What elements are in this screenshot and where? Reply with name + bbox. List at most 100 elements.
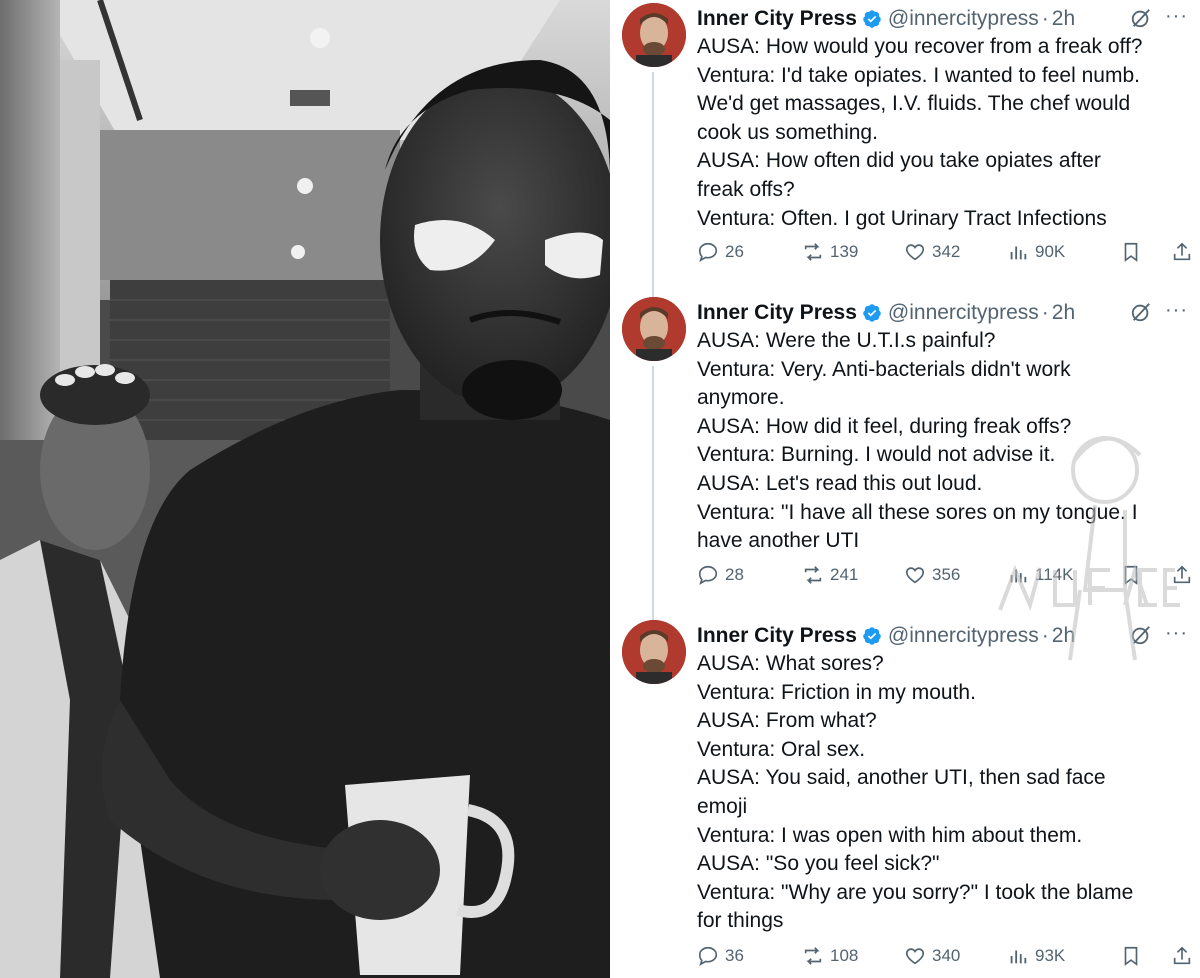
author-name[interactable]: Inner City Press: [697, 7, 857, 31]
text-line: Ventura: I'd take opiates. I wanted to f…: [697, 63, 1140, 87]
share-button[interactable]: [1171, 561, 1193, 589]
tweet-text: AUSA: How would you recover from a freak…: [697, 33, 1187, 233]
like-button[interactable]: 342: [904, 238, 960, 266]
grok-icon[interactable]: [1130, 7, 1152, 29]
verified-badge-icon: [863, 10, 881, 28]
bookmark-icon: [1124, 565, 1138, 585]
share-icon: [1173, 242, 1191, 261]
views-button[interactable]: 93K: [1007, 942, 1065, 970]
bookmark-icon: [1124, 242, 1138, 262]
reply-icon: [698, 242, 718, 263]
tweet-actions: 36 108 340 93K: [697, 942, 1191, 970]
more-options-icon[interactable]: ···: [1165, 297, 1188, 329]
author-name[interactable]: Inner City Press: [697, 301, 857, 325]
avatar[interactable]: [622, 3, 686, 67]
reply-button[interactable]: 36: [697, 942, 744, 970]
tweet-actions: 26 139 342 90K: [697, 238, 1191, 266]
text-line: Ventura: Burning. I would not advise it.: [697, 443, 1056, 467]
photo-image: [0, 0, 610, 978]
text-line: AUSA: How did it feel, during freak offs…: [697, 414, 1072, 438]
tweet-header: Inner City Press @innercitypress · 2h: [697, 297, 1075, 329]
share-icon: [1173, 565, 1191, 584]
like-button[interactable]: 340: [904, 942, 960, 970]
views-button[interactable]: 114K: [1007, 561, 1073, 589]
heart-icon: [905, 567, 925, 584]
views-chart-icon: [1010, 246, 1027, 260]
text-line: AUSA: Were the U.T.I.s painful?: [697, 329, 996, 352]
tweet[interactable]: Inner City Press @innercitypress · 2h ··…: [610, 3, 1200, 273]
like-count: 356: [932, 565, 961, 584]
views-button[interactable]: 90K: [1007, 238, 1065, 266]
repost-button[interactable]: 241: [802, 561, 858, 589]
more-options-icon[interactable]: ···: [1165, 620, 1188, 652]
view-count: 114K: [1035, 565, 1074, 584]
text-line: Ventura: "I have all these sores on my t…: [697, 500, 1138, 524]
bookmark-button[interactable]: [1120, 942, 1142, 970]
text-line: AUSA: How often did you take opiates aft…: [697, 149, 1101, 173]
reply-count: 36: [725, 946, 744, 965]
tweet-actions: 28 241 356 114K: [697, 561, 1191, 589]
text-line: for things: [697, 909, 784, 933]
repost-count: 108: [830, 946, 859, 965]
avatar[interactable]: [622, 297, 686, 361]
share-button[interactable]: [1171, 238, 1193, 266]
text-line: Ventura: Very. Anti-bacterials didn't wo…: [697, 357, 1071, 381]
author-handle[interactable]: @innercitypress: [888, 7, 1039, 31]
reply-button[interactable]: 26: [697, 238, 744, 266]
author-handle[interactable]: @innercitypress: [888, 624, 1039, 648]
bookmark-button[interactable]: [1120, 561, 1142, 589]
reply-button[interactable]: 28: [697, 561, 744, 589]
share-button[interactable]: [1171, 942, 1193, 970]
views-chart-icon: [1010, 950, 1027, 964]
author-handle[interactable]: @innercitypress: [888, 301, 1039, 325]
text-line: Ventura: I was open with him about them.: [697, 823, 1083, 847]
author-name[interactable]: Inner City Press: [697, 624, 857, 648]
repost-icon: [804, 947, 822, 965]
verified-badge-icon: [863, 304, 881, 322]
verified-badge-icon: [863, 627, 881, 645]
text-line: emoji: [697, 794, 748, 818]
like-button[interactable]: 356: [904, 561, 960, 589]
repost-count: 241: [830, 565, 859, 584]
share-icon: [1173, 946, 1191, 965]
reply-count: 28: [725, 565, 744, 584]
text-line: AUSA: How would you recover from a freak…: [697, 35, 1143, 58]
heart-icon: [905, 948, 925, 965]
repost-button[interactable]: 108: [802, 942, 858, 970]
reply-count: 26: [725, 242, 744, 261]
like-count: 342: [932, 242, 961, 261]
bookmark-button[interactable]: [1120, 238, 1142, 266]
text-line: Ventura: Oral sex.: [697, 737, 866, 761]
separator-dot: ·: [1041, 7, 1049, 30]
photo-panel: [0, 0, 610, 978]
tweet[interactable]: Inner City Press @innercitypress · 2h ··…: [610, 297, 1200, 597]
text-line: Ventura: "Why are you sorry?" I took the…: [697, 880, 1134, 904]
reply-icon: [698, 946, 718, 967]
tweet-text: AUSA: Were the U.T.I.s painful? Ventura:…: [697, 327, 1187, 556]
timestamp[interactable]: 2h: [1052, 7, 1075, 31]
more-options-icon[interactable]: ···: [1165, 3, 1188, 35]
tweet-header: Inner City Press @innercitypress · 2h: [697, 620, 1075, 652]
tweet[interactable]: Inner City Press @innercitypress · 2h ··…: [610, 620, 1200, 975]
timestamp[interactable]: 2h: [1052, 624, 1075, 648]
text-line: have another UTI: [697, 529, 860, 553]
timestamp[interactable]: 2h: [1052, 301, 1075, 325]
separator-dot: ·: [1041, 624, 1049, 647]
text-line: AUSA: From what?: [697, 709, 877, 733]
text-line: freak offs?: [697, 177, 795, 201]
text-line: AUSA: You said, another UTI, then sad fa…: [697, 766, 1106, 790]
heart-icon: [905, 244, 925, 261]
reply-icon: [698, 565, 718, 586]
avatar[interactable]: [622, 620, 686, 684]
text-line: Ventura: Friction in my mouth.: [697, 680, 976, 704]
text-line: AUSA: Let's read this out loud.: [697, 471, 983, 495]
view-count: 90K: [1035, 242, 1066, 261]
tweet-header: Inner City Press @innercitypress · 2h: [697, 3, 1075, 35]
grok-icon[interactable]: [1130, 624, 1152, 646]
grok-icon[interactable]: [1130, 301, 1152, 323]
views-chart-icon: [1010, 569, 1027, 583]
repost-count: 139: [830, 242, 859, 261]
repost-button[interactable]: 139: [802, 238, 858, 266]
text-line: AUSA: "So you feel sick?": [697, 852, 940, 876]
like-count: 340: [932, 946, 961, 965]
